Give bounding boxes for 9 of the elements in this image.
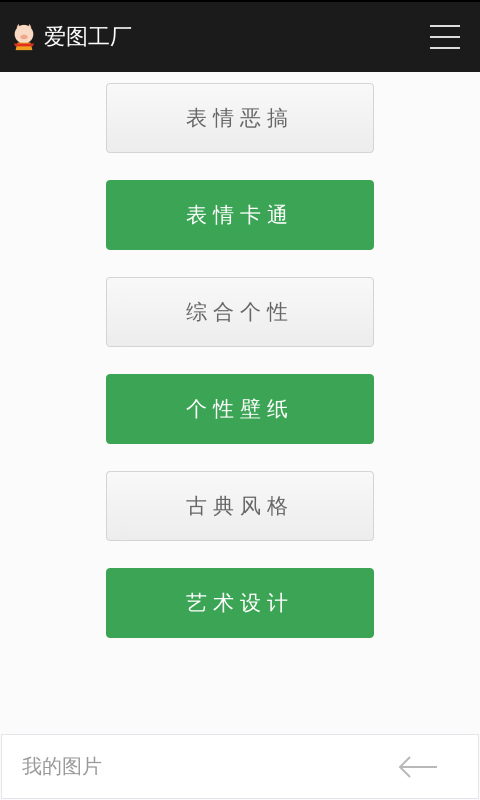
app-title: 爱图工厂 xyxy=(44,24,133,52)
category-button[interactable]: 个性壁纸 xyxy=(106,374,374,444)
category-button[interactable]: 表情卡通 xyxy=(106,180,374,250)
category-button[interactable]: 综合个性 xyxy=(106,277,374,347)
my-pictures-link[interactable]: 我的图片 xyxy=(22,753,102,780)
category-button[interactable]: 古典风格 xyxy=(106,471,374,541)
menu-icon[interactable] xyxy=(430,25,460,49)
category-button[interactable]: 艺术设计 xyxy=(106,568,374,638)
category-button[interactable]: 表情恶搞 xyxy=(106,83,374,153)
